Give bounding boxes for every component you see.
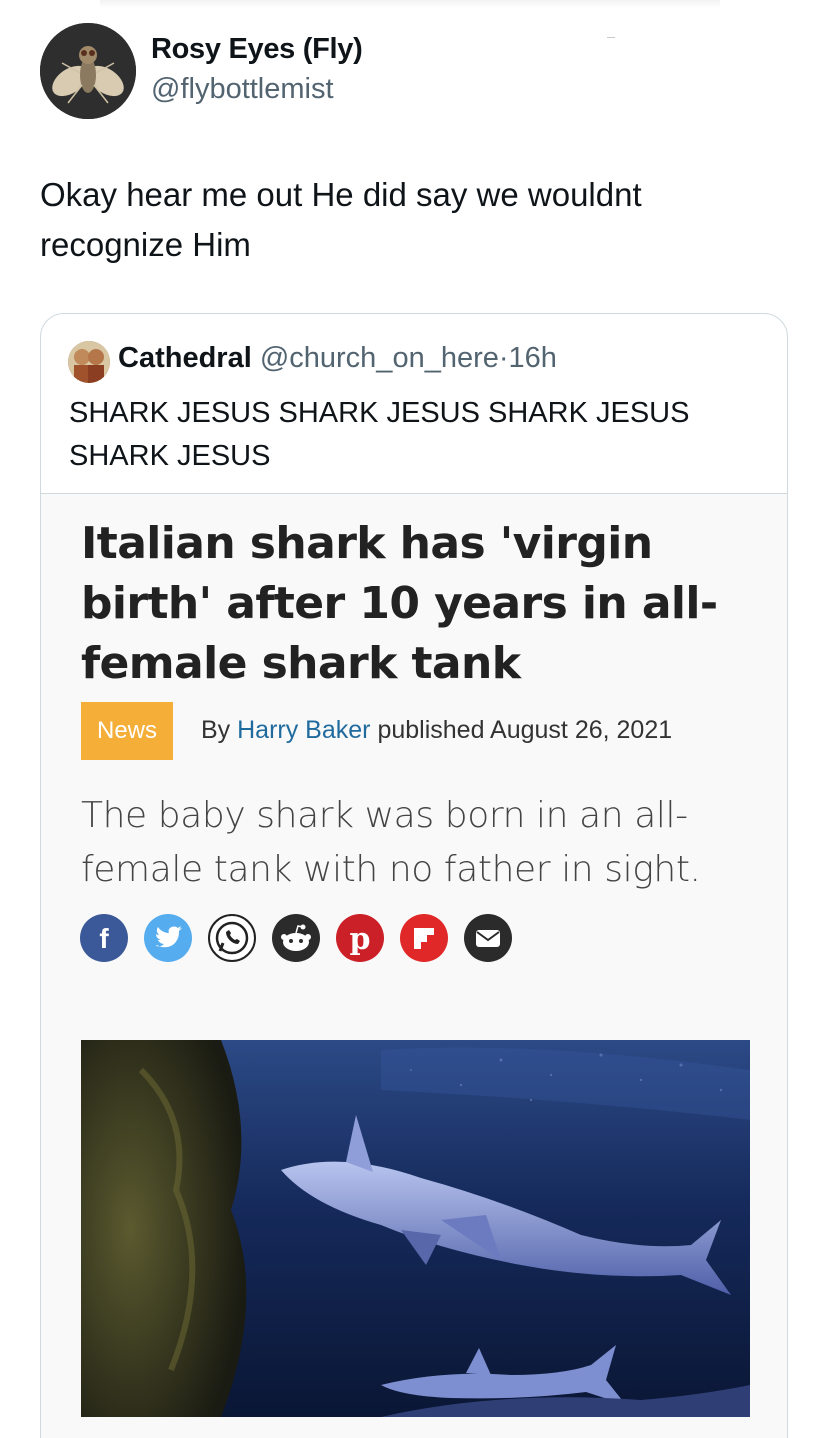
article-screenshot[interactable]: Italian shark has 'virgin birth' after 1…	[41, 494, 787, 1438]
article-title: Italian shark has 'virgin birth' after 1…	[81, 518, 718, 689]
byline-published: published August 26, 2021	[370, 716, 673, 744]
facebook-icon: f	[80, 914, 128, 962]
article-subtitle: The baby shark was born in an all-female…	[81, 795, 701, 890]
news-badge: News	[81, 702, 173, 760]
flipboard-icon	[400, 914, 448, 962]
dot-separator: ·	[498, 342, 509, 374]
whatsapp-icon	[208, 914, 256, 962]
quoted-time[interactable]: 16h	[509, 342, 557, 374]
quoted-header: Cathedral @church_on_here·16h	[118, 342, 557, 375]
reddit-icon	[272, 914, 320, 962]
shark-photo	[81, 1040, 750, 1417]
author-name[interactable]: Rosy Eyes (Fly)	[151, 33, 363, 66]
email-icon	[464, 914, 512, 962]
tweet-screenshot: Rosy Eyes (Fly) @flybottlemist Okay hear…	[0, 0, 828, 1438]
twitter-icon	[144, 914, 192, 962]
top-strip	[100, 0, 720, 8]
svg-text:p: p	[350, 922, 371, 957]
cathedral-avatar-icon	[68, 341, 110, 383]
byline-author-link: Harry Baker	[237, 716, 371, 744]
quoted-tweet-text: SHARK JESUS SHARK JESUS SHARK JESUS SHAR…	[69, 397, 690, 472]
shark-photo-image	[81, 1040, 750, 1417]
author-handle[interactable]: @flybottlemist	[151, 73, 334, 106]
divider-mark	[607, 37, 615, 38]
tweet-text: Okay hear me out He did say we wouldnt r…	[40, 176, 642, 263]
quoted-author-name[interactable]: Cathedral	[118, 342, 252, 374]
byline-prefix: By	[201, 716, 238, 744]
quoted-tweet-card[interactable]: Cathedral @church_on_here·16h SHARK JESU…	[40, 313, 788, 1438]
quoted-author-avatar	[68, 341, 110, 383]
svg-text:f: f	[99, 923, 109, 954]
pinterest-icon: p	[336, 914, 384, 962]
quoted-author-handle[interactable]: @church_on_here	[260, 342, 499, 374]
author-avatar[interactable]	[40, 23, 136, 119]
article-byline: By Harry Baker published August 26, 2021	[201, 716, 672, 745]
fly-avatar-icon	[40, 23, 136, 119]
